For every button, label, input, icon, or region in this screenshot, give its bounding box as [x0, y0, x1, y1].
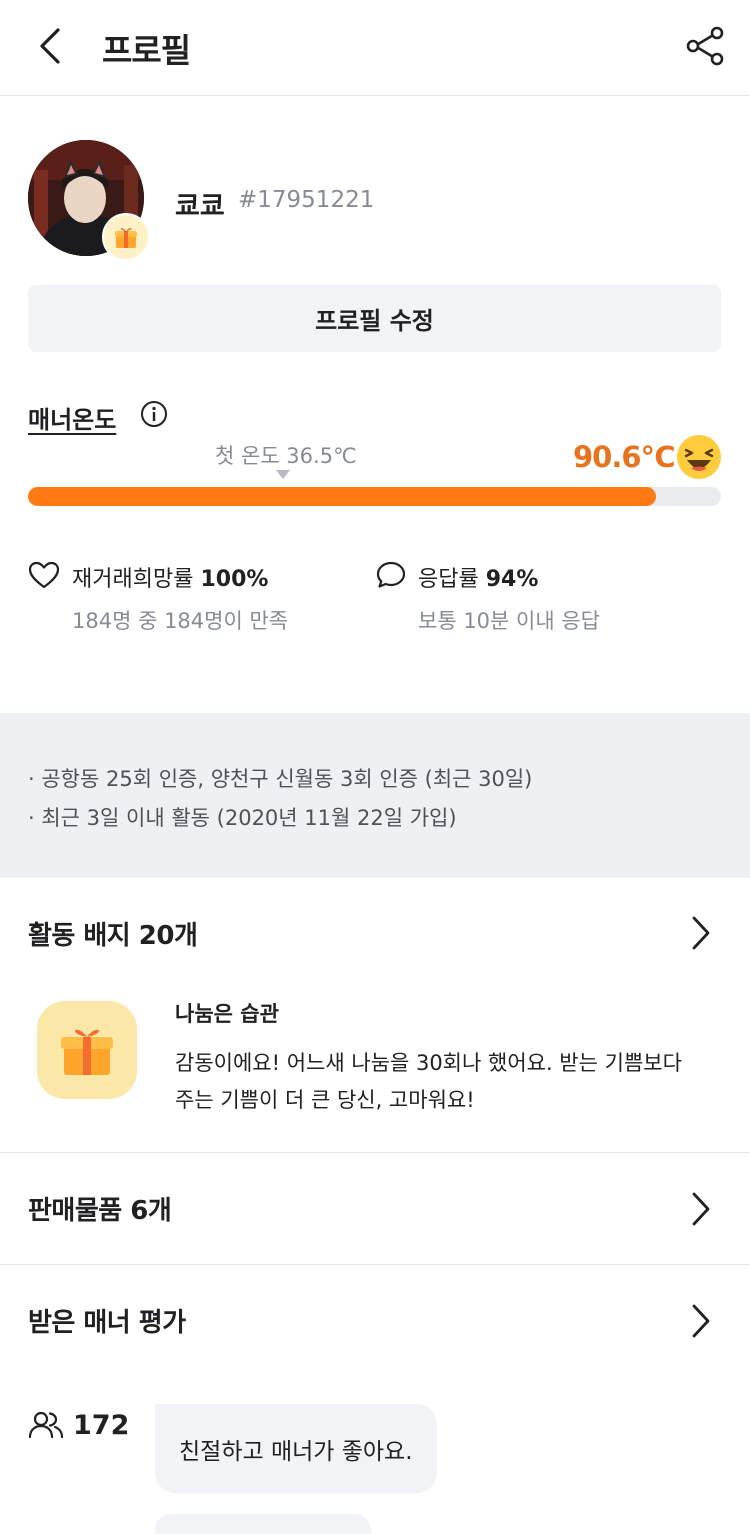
gift-icon: [61, 1029, 113, 1075]
nickname: 쿄쿄: [175, 191, 225, 222]
first-temperature-marker: [276, 470, 290, 479]
rehire-rate-label: 재거래희망률: [72, 567, 194, 592]
back-button[interactable]: [30, 22, 74, 70]
badge-name: 나눔은 습관: [175, 1002, 279, 1026]
user-id: #17951221: [238, 187, 375, 213]
review-count: 172: [73, 1410, 130, 1441]
rehire-rate-description: 184명 중 184명이 만족: [72, 609, 289, 633]
info-button[interactable]: [140, 400, 168, 428]
divider: [0, 1264, 750, 1265]
chevron-right-icon[interactable]: [688, 1302, 714, 1340]
chevron-left-icon: [40, 28, 60, 64]
rehire-rate-value: 100%: [200, 567, 269, 592]
heart-icon: [28, 561, 60, 589]
laughing-face-icon: [675, 433, 723, 481]
divider: [0, 1152, 750, 1153]
info-icon: [141, 401, 167, 427]
review-bubble: 친절하고 매너가 좋아요.: [155, 1404, 437, 1493]
share-button[interactable]: [684, 24, 728, 68]
manner-reviews-title[interactable]: 받은 매너 평가: [28, 1302, 186, 1339]
badge-icon: [37, 1001, 137, 1099]
share-icon: [686, 26, 724, 66]
response-rate-label: 응답률: [418, 567, 479, 592]
top-app-bar: 프로필: [0, 0, 750, 96]
review-bubble: [155, 1514, 371, 1534]
info-line: · 공항동 25회 인증, 양천구 신월동 3회 인증 (최근 30일): [28, 767, 533, 791]
page-title: 프로필: [102, 31, 191, 70]
badge-description: 감동이에요! 어느새 나눔을 30회나 했어요. 받는 기쁨보다 주는 기쁨이 …: [175, 1051, 682, 1112]
first-temperature-label: 첫 온도 36.5℃: [215, 444, 357, 468]
people-icon: [28, 1411, 64, 1439]
response-rate-description: 보통 10분 이내 응답: [418, 609, 600, 633]
chat-bubble-icon: [376, 561, 406, 588]
response-rate-value: 94%: [485, 567, 539, 592]
edit-profile-button[interactable]: 프로필 수정: [28, 285, 721, 352]
gift-icon: [115, 228, 137, 248]
chevron-right-icon[interactable]: [688, 1190, 714, 1228]
activity-badges-title[interactable]: 활동 배지 20개: [28, 915, 198, 952]
avatar-gift-badge: [102, 213, 150, 261]
rehire-rate: 재거래희망률 100%: [72, 561, 268, 593]
manner-temperature-title[interactable]: 매너온도: [28, 400, 116, 435]
manner-temperature-bar: [28, 487, 721, 506]
sales-items-title[interactable]: 판매물품 6개: [28, 1190, 172, 1227]
info-line: · 최근 3일 이내 활동 (2020년 11월 22일 가입): [28, 806, 457, 830]
manner-temperature-value: 90.6℃: [573, 440, 676, 474]
manner-temperature-fill: [28, 487, 656, 506]
response-rate: 응답률 94%: [418, 561, 538, 593]
chevron-right-icon[interactable]: [688, 914, 714, 952]
activity-info-box: · 공항동 25회 인증, 양천구 신월동 3회 인증 (최근 30일) · 최…: [0, 713, 750, 878]
